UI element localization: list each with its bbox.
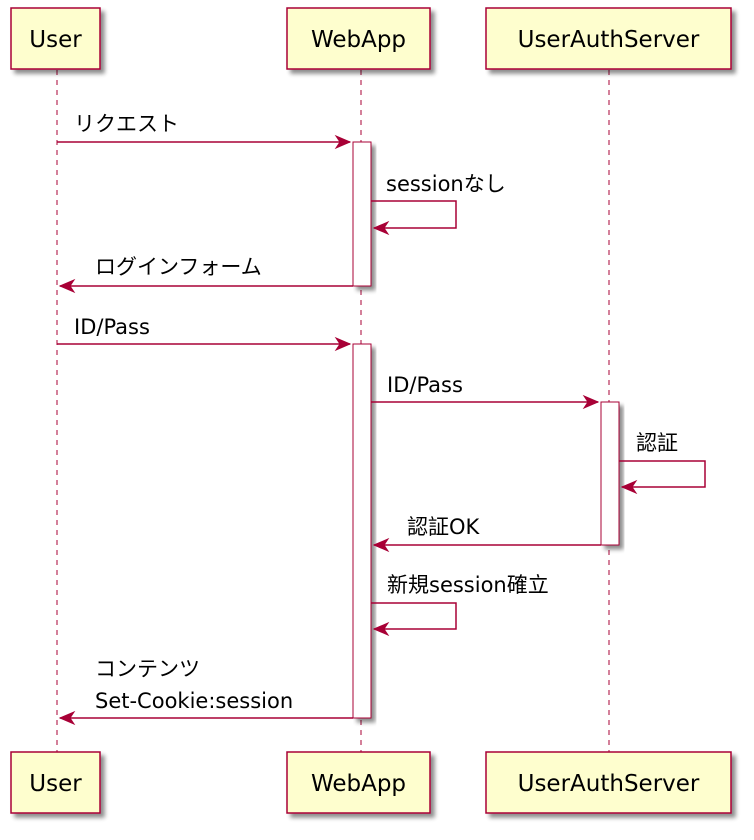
message-id-pass-2: ID/Pass: [371, 373, 600, 410]
participant-label: UserAuthServer: [518, 771, 700, 797]
participant-label: WebApp: [311, 27, 406, 53]
participant-label: User: [29, 771, 82, 797]
participant-label: WebApp: [311, 771, 406, 797]
sequence-diagram: User WebApp UserAuthServer User WebApp U…: [10, 7, 732, 814]
message-id-pass-1: ID/Pass: [57, 315, 352, 352]
message-new-session: 新規session確立: [371, 573, 549, 637]
participant-label: UserAuthServer: [518, 27, 700, 53]
message-label: ID/Pass: [387, 373, 463, 397]
participant-user-bottom: User: [10, 751, 101, 814]
activation-webapp-1: [352, 141, 372, 287]
participant-userauthserver-bottom: UserAuthServer: [485, 751, 732, 814]
message-label-line2: Set-Cookie:session: [95, 689, 293, 713]
message-label: コンテンツ: [95, 657, 200, 681]
message-session-none: sessionなし: [371, 172, 506, 236]
message-label: ログインフォーム: [95, 255, 262, 279]
activation-webapp-2: [352, 343, 372, 719]
message-request: リクエスト: [57, 112, 352, 150]
message-auth-ok: 認証OK: [372, 515, 601, 553]
activation-userauthserver: [600, 401, 620, 546]
message-label: ID/Pass: [74, 315, 150, 339]
message-label: リクエスト: [74, 112, 179, 136]
message-auth: 認証: [619, 431, 706, 495]
participant-user-top: User: [10, 7, 101, 70]
message-label: 認証OK: [407, 515, 481, 539]
message-label: 新規session確立: [387, 573, 549, 597]
participant-label: User: [29, 27, 82, 53]
message-login-form: ログインフォーム: [58, 255, 353, 294]
participant-userauthserver-top: UserAuthServer: [485, 7, 732, 70]
message-label: 認証: [636, 431, 678, 455]
participant-webapp-bottom: WebApp: [286, 751, 431, 814]
participant-webapp-top: WebApp: [286, 7, 431, 70]
message-label: sessionなし: [386, 172, 506, 196]
message-content: コンテンツ Set-Cookie:session: [58, 657, 353, 726]
